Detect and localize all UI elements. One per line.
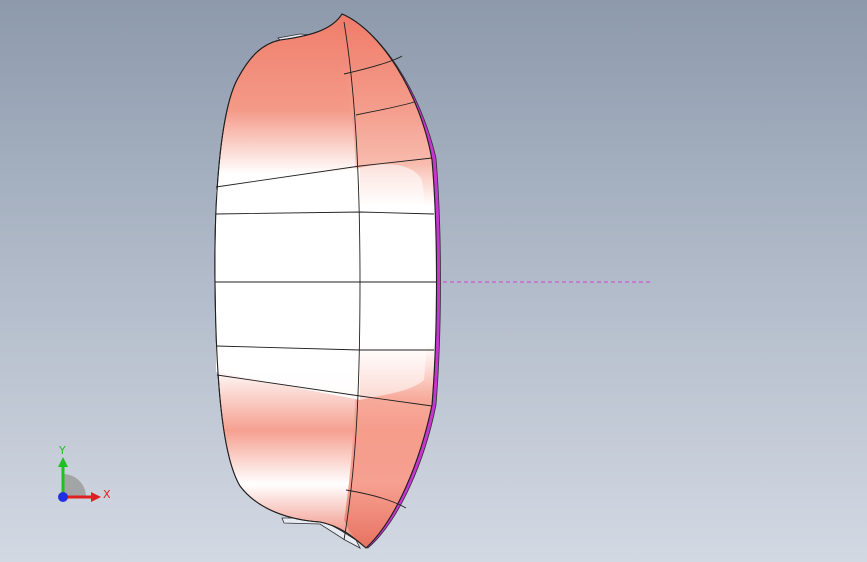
graphics-viewport[interactable]: Y X bbox=[0, 0, 867, 562]
view-orientation-triad[interactable]: Y X bbox=[48, 440, 118, 510]
cylinder-highlight bbox=[216, 168, 360, 400]
x-axis-arrowhead bbox=[91, 492, 101, 502]
model-3d-view[interactable] bbox=[0, 0, 867, 562]
y-axis-label: Y bbox=[58, 444, 66, 457]
z-axis-dot bbox=[58, 492, 68, 502]
x-axis-label: X bbox=[103, 488, 111, 501]
y-axis-arrowhead bbox=[58, 457, 68, 467]
